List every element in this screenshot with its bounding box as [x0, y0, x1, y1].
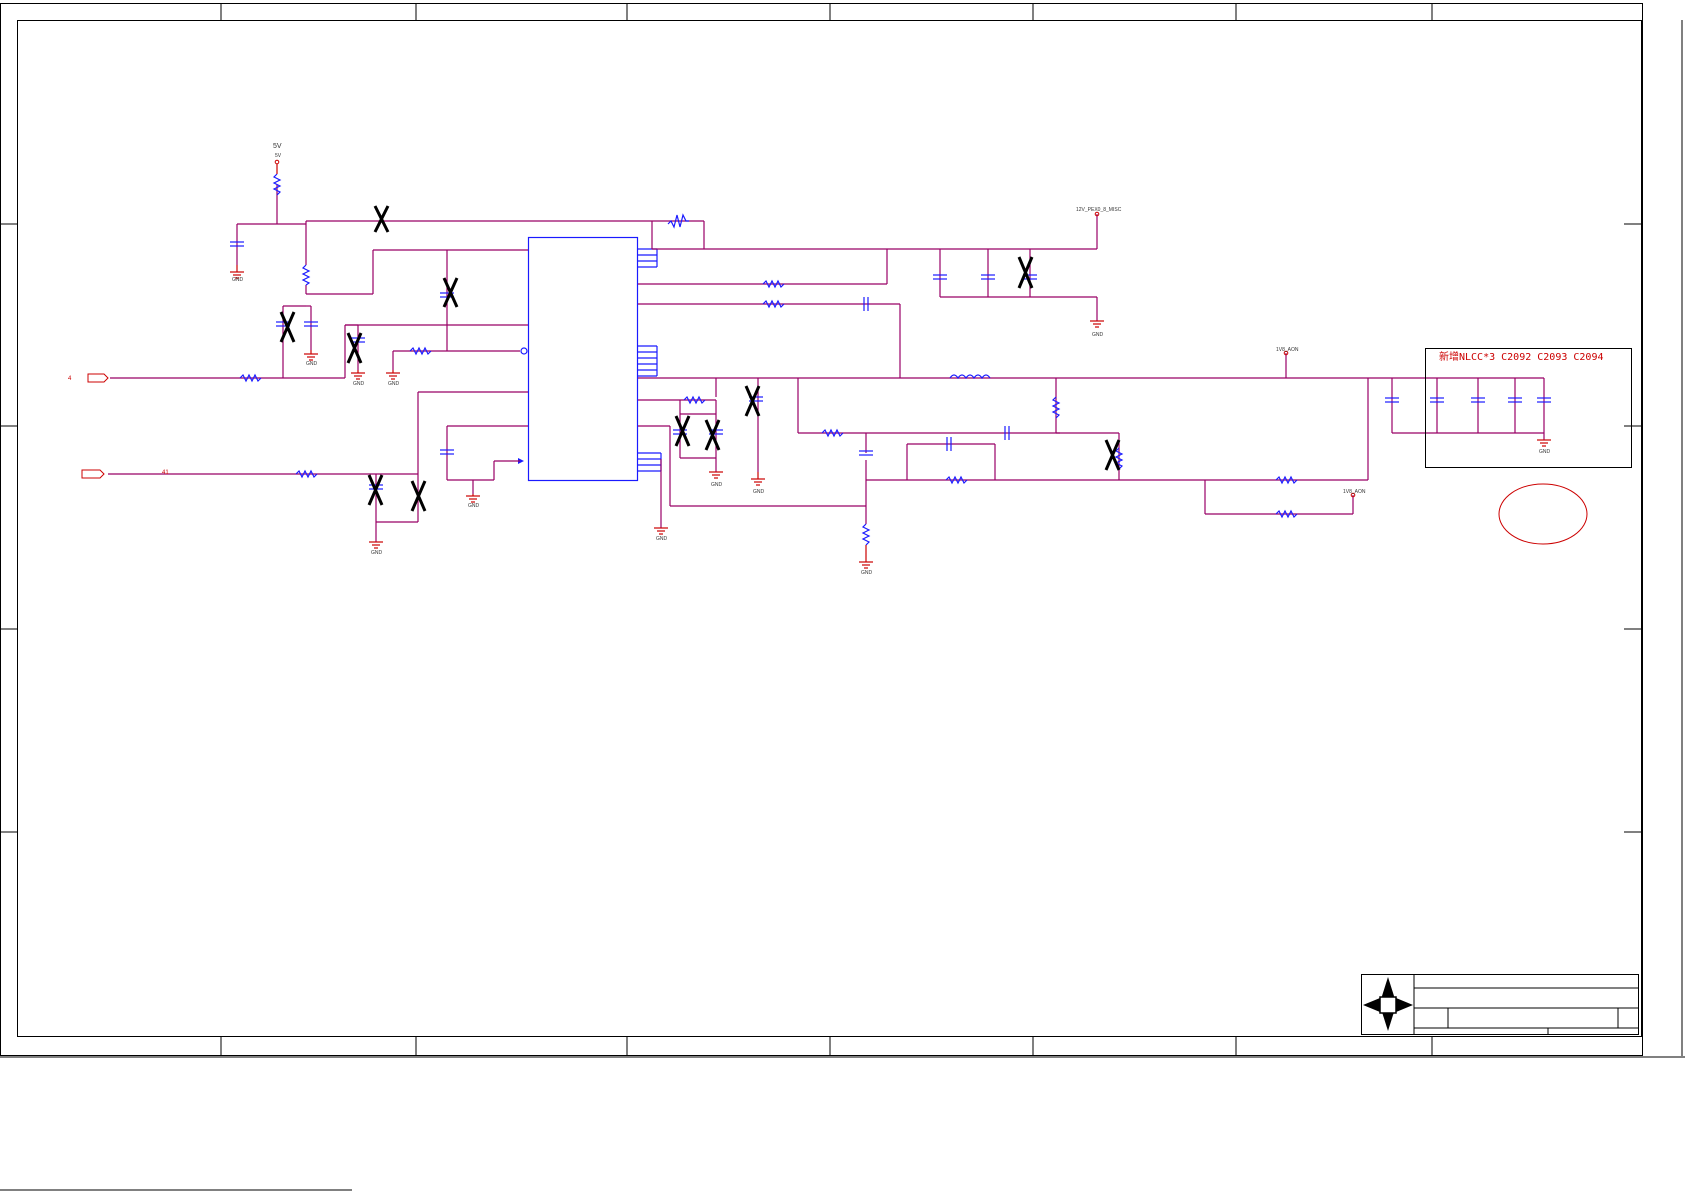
port-41-connector [81, 469, 105, 479]
title-block [1361, 974, 1639, 1035]
zone-ticks-top [220, 3, 1433, 20]
svg-text:GND: GND [711, 482, 723, 488]
svg-text:GND: GND [388, 381, 400, 387]
title-block-logo-icon [1363, 977, 1413, 1031]
port-label-41: 41 [162, 470, 169, 476]
svg-text:GND: GND [1092, 332, 1104, 338]
svg-text:GND: GND [753, 489, 765, 495]
svg-text:GND: GND [232, 277, 244, 283]
svg-text:GND: GND [371, 550, 383, 556]
gnd-labels: GND GND GND GND GND GND GND GND GND GND … [232, 277, 1551, 576]
main-ic [518, 236, 662, 482]
power-pins [274, 159, 1356, 498]
design-note: 新增NLCC*3 C2092 C2093 C2094 [1439, 350, 1604, 363]
net-label-5v-main: 5V [273, 143, 282, 150]
capacitor-symbol [230, 241, 1551, 490]
svg-text:GND: GND [306, 361, 318, 367]
zone-ticks-sides [0, 223, 1642, 833]
net-label-12v: 12V_PEX0_8_MISC [1076, 207, 1122, 213]
no-stuff-mark [279, 205, 1121, 512]
net-label-5v-small: 5V [275, 153, 282, 159]
net-label-1v8-top: 1V8_AON [1276, 347, 1299, 353]
svg-text:GND: GND [353, 381, 365, 387]
schematic-sheet: 5V 5V 12V_PEX0_8_MISC 1V8_AON 1V8_AON 4 … [0, 3, 1685, 1191]
svg-text:GND: GND [468, 503, 480, 509]
resistor-symbol [239, 173, 1298, 546]
net-label-1v8-bottom: 1V8_AON [1343, 489, 1366, 495]
port-4-connector [87, 373, 109, 383]
svg-text:GND: GND [656, 536, 668, 542]
highlight-ellipse [1498, 483, 1588, 545]
svg-text:GND: GND [1539, 449, 1551, 455]
svg-text:GND: GND [861, 570, 873, 576]
port-label-4: 4 [68, 376, 72, 382]
sheet-frame [0, 3, 1685, 1191]
wires [108, 185, 1545, 542]
zone-ticks-bottom [220, 1036, 1433, 1056]
note-box [1425, 348, 1632, 468]
ground-icon [230, 265, 1551, 569]
